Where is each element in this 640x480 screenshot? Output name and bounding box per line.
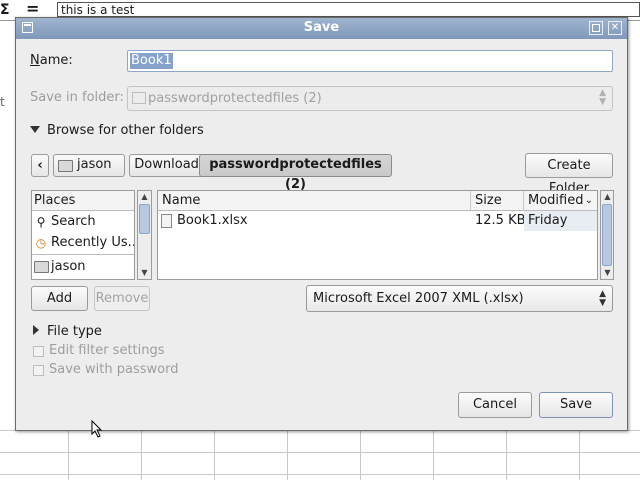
grid-line [141,430,142,480]
scroll-up-icon[interactable]: ▲ [138,191,151,203]
scroll-down-icon[interactable]: ▼ [601,267,614,279]
grid-line [0,474,640,475]
file-icon [161,214,172,228]
file-modified: Friday [524,211,597,231]
path-back-button[interactable]: ‹ [31,154,49,177]
background-text: t [0,95,5,109]
browse-folders-expander[interactable]: Browse for other folders [30,123,204,138]
home-folder-icon [58,160,73,172]
scroll-thumb[interactable] [139,204,150,234]
place-recently-used[interactable]: ◷ Recently Us... [32,233,134,253]
save-button[interactable]: Save [539,392,613,418]
save-in-folder-label: Save in folder: [30,90,124,105]
sort-chevron-icon: ⌄ [584,195,593,206]
maximize-button[interactable] [589,21,603,35]
save-in-folder-value: passwordprotectedfiles (2) [148,91,322,106]
file-row[interactable]: Book1.xlsx 12.5 KB Friday [158,211,597,231]
file-type-expander[interactable]: File type [33,324,102,339]
dialog-titlebar[interactable]: Save ✕ [16,18,627,39]
grid-line [433,430,434,480]
file-type-value: Microsoft Excel 2007 XML (.xlsx) [313,291,524,306]
place-jason[interactable]: jason [32,257,134,277]
grid-line [579,430,580,480]
scroll-down-icon[interactable]: ▼ [138,267,151,279]
combo-arrows-icon: ▲ ▼ [599,88,606,107]
grid-line [214,430,215,480]
expanded-triangle-icon [30,126,40,133]
sum-icon[interactable]: Σ [0,1,10,19]
create-folder-button[interactable]: Create Folder [525,153,613,196]
places-scrollbar[interactable]: ▲ ▼ [137,190,152,280]
name-label: Name: [30,53,73,68]
add-place-button[interactable]: Add [31,286,88,311]
files-scrollbar[interactable]: ▲ ▼ [600,190,614,280]
recent-clock-icon: ◷ [35,236,47,250]
file-size: 12.5 KB [475,213,526,228]
name-input[interactable]: Book1 [127,50,613,72]
column-header-name[interactable]: Name [158,191,471,211]
combo-arrows-icon: ▲ ▼ [599,289,606,308]
scroll-thumb[interactable] [602,204,612,266]
edit-filter-label: Edit filter settings [49,343,165,358]
mouse-pointer-icon [91,420,103,438]
remove-place-button[interactable]: Remove [94,286,150,311]
close-button[interactable]: ✕ [608,21,622,35]
grid-line [0,452,640,453]
scroll-up-icon[interactable]: ▲ [601,191,614,203]
cancel-button[interactable]: Cancel [458,392,532,418]
equals-icon[interactable]: = [26,1,39,17]
places-header[interactable]: Places [32,191,134,211]
places-separator [32,254,134,255]
column-header-modified[interactable]: Modified ⌄ [524,191,597,211]
column-header-size[interactable]: Size [471,191,524,211]
grid-line [360,430,361,480]
place-search[interactable]: ⚲ Search [32,212,134,232]
folder-icon [34,261,49,273]
save-in-folder-combo: passwordprotectedfiles (2) ▲ ▼ [127,86,613,111]
breadcrumb-jason[interactable]: jason [53,154,125,177]
file-name: Book1.xlsx [177,213,248,228]
name-input-value: Book1 [130,53,173,69]
save-with-password-label: Save with password [49,362,179,377]
file-type-combo[interactable]: Microsoft Excel 2007 XML (.xlsx) ▲ ▼ [306,285,613,312]
file-list: Name Size Modified ⌄ Book1.xlsx 12.5 KB F… [157,190,598,280]
formula-input[interactable]: this is a test [57,2,640,17]
grid-line [287,430,288,480]
edit-filter-checkbox[interactable] [33,346,44,357]
save-dialog: Save ✕ Name: Book1 Save in folder: passw… [15,17,628,438]
breadcrumb-current-folder[interactable]: passwordprotectedfiles (2) [199,154,392,192]
places-pane: Places ⚲ Search ◷ Recently Us... jason [31,190,135,280]
folder-icon [132,92,146,104]
collapsed-triangle-icon [33,325,39,335]
grid-line [68,430,69,480]
binoculars-icon: ⚲ [36,215,46,229]
grid-line [506,430,507,480]
save-with-password-checkbox[interactable] [33,365,44,376]
dialog-title: Save [303,20,340,35]
